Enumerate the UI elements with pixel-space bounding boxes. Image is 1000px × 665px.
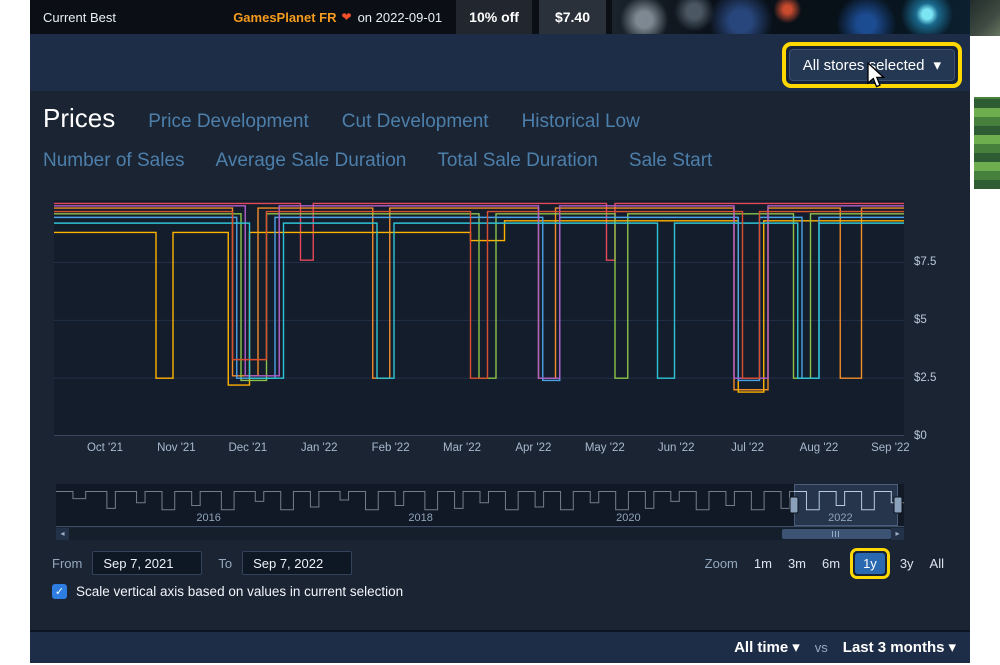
tabs-row-1: Prices Price Development Cut Development H… — [43, 103, 640, 134]
current-best-label: Current Best — [30, 10, 128, 25]
navigator-year-label: 2018 — [408, 512, 432, 524]
zoom-buttons: 1m3m6m 1y 3yAll — [746, 548, 952, 579]
last3months-select[interactable]: Last 3 months▾ — [843, 638, 956, 656]
scrollbar-right-button[interactable]: ▸ — [891, 528, 904, 540]
sale-date-text: on 2022-09-01 — [358, 10, 443, 25]
x-tick-label: Jan '22 — [301, 442, 338, 454]
zoom-3y[interactable]: 3y — [892, 553, 922, 574]
stores-dropdown-label: All stores selected — [803, 57, 925, 74]
tutorial-highlight-zoom: 1y — [850, 548, 890, 579]
x-tick-label: Jul '22 — [731, 442, 764, 454]
from-label: From — [52, 556, 82, 571]
mouse-cursor-icon — [866, 62, 888, 89]
chevron-down-icon: ▾ — [933, 56, 941, 74]
x-tick-label: May '22 — [585, 442, 625, 454]
scale-axis-option[interactable]: ✓ Scale vertical axis based on values in… — [52, 584, 403, 599]
top-bar: Current Best GamesPlanet FR ❤ on 2022-09… — [30, 0, 970, 34]
x-tick-label: Sep '22 — [871, 442, 910, 454]
x-axis-labels: Oct '21 Nov '21 Dec '21 Jan '22 Feb '22 Mar '… — [54, 442, 904, 458]
zoom-label: Zoom — [705, 556, 738, 571]
zoom-3m[interactable]: 3m — [780, 553, 814, 574]
navigator-year-label: 2016 — [196, 512, 220, 524]
scrollbar-track[interactable] — [69, 528, 891, 540]
price-chart-svg — [54, 200, 904, 436]
header-bar: All stores selected ▾ — [30, 34, 970, 91]
background-window-fragment-side — [974, 97, 1000, 189]
x-tick-label: Jun '22 — [658, 442, 695, 454]
y-tick-label: $0 — [914, 430, 927, 442]
x-tick-label: Apr '22 — [515, 442, 551, 454]
x-tick-label: Oct '21 — [87, 442, 123, 454]
zoom-6m[interactable]: 6m — [814, 553, 848, 574]
vs-label: vs — [815, 638, 828, 655]
chart-scrollbar: ◂ ▸ — [56, 528, 904, 540]
tab-total-sale-duration[interactable]: Total Sale Duration — [437, 150, 598, 172]
navigator-year-label: 2020 — [616, 512, 640, 524]
price-badge: $7.40 — [539, 0, 606, 34]
last3months-select-label: Last 3 months — [843, 639, 945, 656]
navigator-handle-left[interactable] — [789, 497, 798, 514]
favorite-heart-icon: ❤ — [342, 10, 352, 24]
discount-badge: 10% off — [456, 0, 532, 34]
scrollbar-left-button[interactable]: ◂ — [56, 528, 69, 540]
tab-average-sale-duration[interactable]: Average Sale Duration — [216, 150, 407, 172]
game-banner-image — [612, 0, 970, 34]
y-tick-label: $2.5 — [914, 372, 936, 384]
alltime-select-label: All time — [734, 639, 788, 656]
to-label: To — [218, 556, 232, 571]
tab-price-development[interactable]: Price Development — [148, 111, 309, 133]
chevron-down-icon: ▾ — [792, 638, 800, 656]
navigator-year-label: 2022 — [828, 512, 852, 524]
tab-historical-low[interactable]: Historical Low — [522, 111, 640, 133]
scale-axis-checkbox[interactable]: ✓ — [52, 584, 67, 599]
y-axis-labels: $7.5$5$2.5$0 — [910, 200, 966, 436]
range-controls-row: From To Zoom 1m3m6m 1y 3yAll — [30, 550, 970, 576]
x-tick-label: Mar '22 — [443, 442, 481, 454]
to-date-input[interactable] — [242, 551, 352, 575]
x-tick-label: Feb '22 — [372, 442, 410, 454]
zoom-all[interactable]: All — [922, 553, 952, 574]
price-chart[interactable] — [54, 200, 904, 436]
chevron-down-icon: ▾ — [948, 638, 956, 656]
x-tick-label: Aug '22 — [800, 442, 839, 454]
tab-number-of-sales[interactable]: Number of Sales — [43, 150, 185, 172]
x-tick-label: Nov '21 — [157, 442, 196, 454]
y-tick-label: $7.5 — [914, 256, 936, 268]
main-content: Prices Price Development Cut Development H… — [30, 91, 970, 630]
x-tick-label: Dec '21 — [228, 442, 267, 454]
zoom-1m[interactable]: 1m — [746, 553, 780, 574]
range-navigator[interactable]: 2016 2018 2020 2022 — [56, 484, 904, 527]
tab-cut-development[interactable]: Cut Development — [342, 111, 489, 133]
tabs-row-2: Number of Sales Average Sale Duration Tota… — [43, 150, 712, 172]
background-window-fragment-top — [970, 0, 1000, 36]
navigator-handle-right[interactable] — [894, 497, 903, 514]
footer-bar: All time▾ vs Last 3 months▾ — [30, 632, 970, 663]
y-tick-label: $5 — [914, 314, 927, 326]
alltime-select[interactable]: All time▾ — [734, 638, 800, 656]
from-date-input[interactable] — [92, 551, 202, 575]
scrollbar-thumb[interactable] — [782, 529, 891, 539]
store-name-link[interactable]: GamesPlanet FR — [233, 10, 336, 25]
zoom-1y[interactable]: 1y — [855, 553, 885, 574]
app-panel: Current Best GamesPlanet FR ❤ on 2022-09… — [30, 0, 970, 663]
tab-sale-start[interactable]: Sale Start — [629, 150, 712, 172]
scale-axis-label: Scale vertical axis based on values in c… — [76, 584, 403, 599]
tab-prices[interactable]: Prices — [43, 103, 115, 134]
